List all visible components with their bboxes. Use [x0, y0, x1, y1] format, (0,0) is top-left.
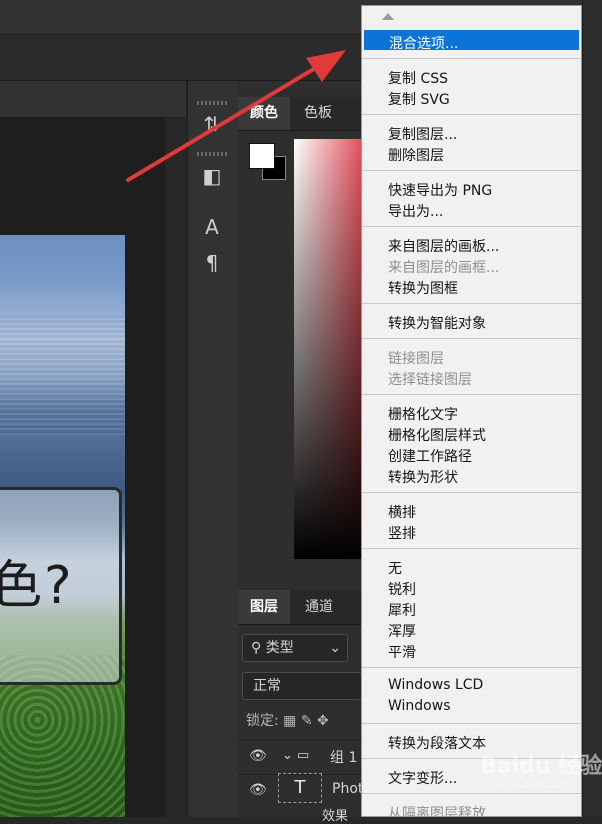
arrow-shaft	[126, 62, 324, 182]
watermark-logo: Baidu 经验	[480, 754, 602, 779]
annotation-arrow	[126, 50, 346, 182]
watermark-url: jingyan.baidu.com	[488, 780, 572, 790]
arrow-head	[306, 50, 346, 82]
